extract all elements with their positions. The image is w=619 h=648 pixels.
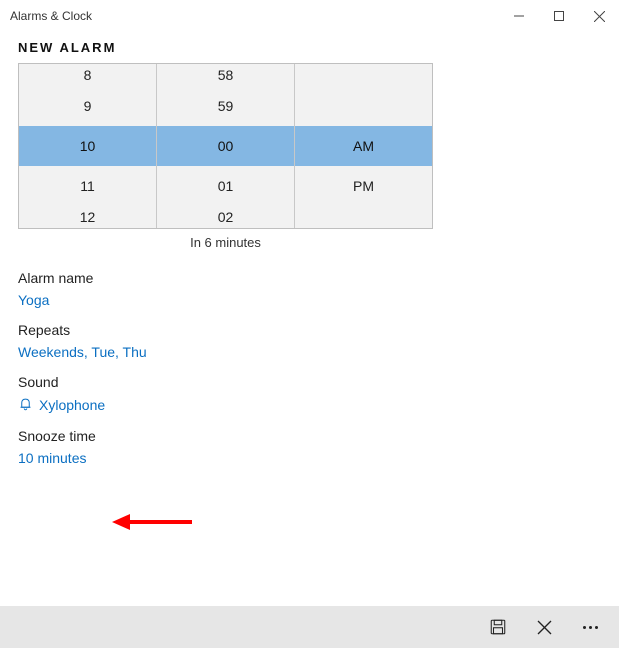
repeats-label: Repeats (18, 322, 601, 338)
hour-option[interactable]: 12 (19, 206, 157, 228)
maximize-button[interactable] (539, 0, 579, 32)
minute-option[interactable]: 58 (157, 64, 295, 86)
ampm-spacer (295, 206, 432, 228)
cancel-button[interactable] (521, 606, 567, 648)
hour-option[interactable]: 11 (19, 166, 157, 206)
save-button[interactable] (475, 606, 521, 648)
more-button[interactable] (567, 606, 613, 648)
sound-value[interactable]: Xylophone (18, 396, 601, 414)
ellipsis-icon (583, 626, 598, 629)
title-bar: Alarms & Clock (0, 0, 619, 32)
sound-value-text: Xylophone (39, 397, 105, 413)
minute-option[interactable]: 01 (157, 166, 295, 206)
sound-label: Sound (18, 374, 601, 390)
alarm-name-label: Alarm name (18, 270, 601, 286)
ampm-spacer (295, 64, 432, 86)
minute-selected[interactable]: 00 (157, 126, 295, 166)
minimize-button[interactable] (499, 0, 539, 32)
close-window-button[interactable] (579, 0, 619, 32)
hour-option[interactable]: 9 (19, 86, 157, 126)
ampm-spacer (295, 86, 432, 126)
snooze-label: Snooze time (18, 428, 601, 444)
minute-option[interactable]: 02 (157, 206, 295, 228)
bell-icon (18, 396, 33, 414)
annotation-arrow (112, 510, 192, 539)
minute-option[interactable]: 59 (157, 86, 295, 126)
window-title: Alarms & Clock (10, 9, 92, 23)
page-title: NEW ALARM (18, 40, 601, 55)
repeats-value[interactable]: Weekends, Tue, Thu (18, 344, 601, 360)
hour-selected[interactable]: 10 (19, 126, 157, 166)
alarm-name-value[interactable]: Yoga (18, 292, 601, 308)
hour-option[interactable]: 8 (19, 64, 157, 86)
command-bar (0, 606, 619, 648)
ampm-selected[interactable]: AM (295, 126, 432, 166)
snooze-value[interactable]: 10 minutes (18, 450, 601, 466)
time-until-caption: In 6 minutes (18, 229, 433, 262)
time-picker[interactable]: 8 58 9 59 10 00 AM 11 01 PM 12 02 (18, 63, 433, 229)
ampm-option[interactable]: PM (295, 166, 432, 206)
